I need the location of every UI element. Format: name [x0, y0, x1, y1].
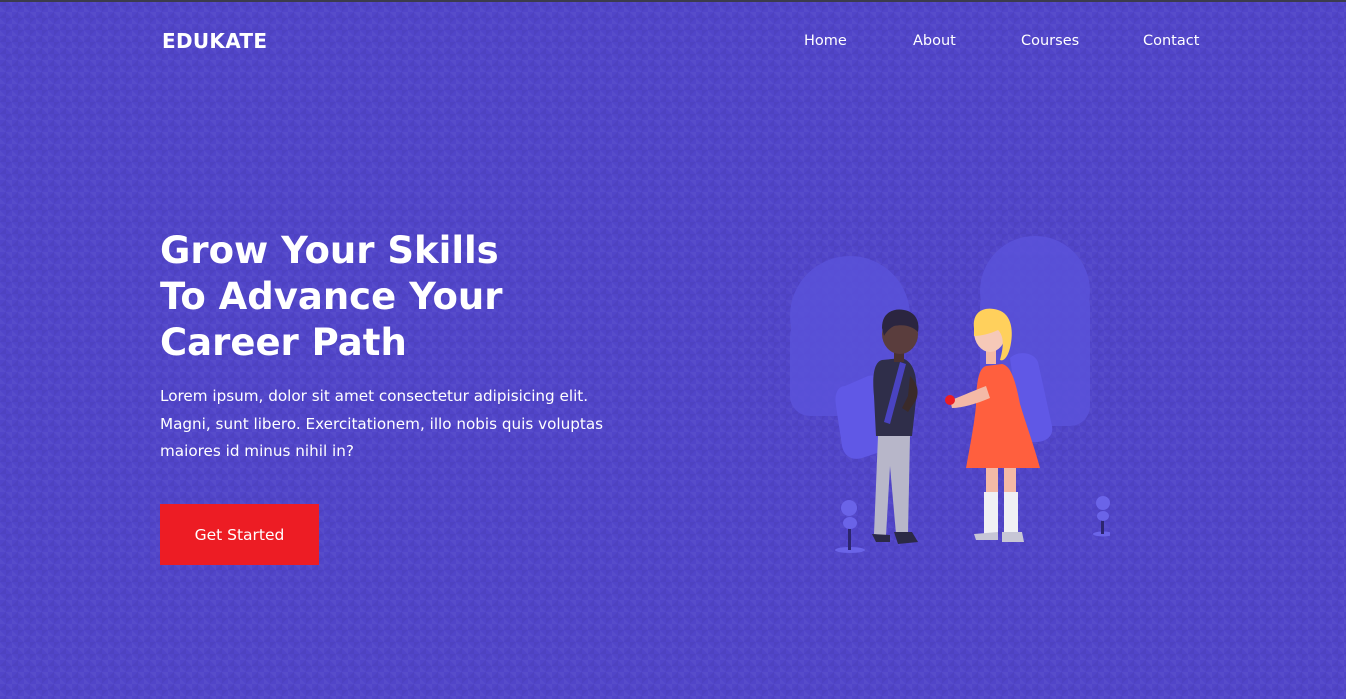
- nav-home-link[interactable]: Home: [804, 33, 847, 49]
- get-started-button[interactable]: Get Started: [160, 504, 319, 565]
- hero-title: Grow Your Skills To Advance Your Career …: [160, 228, 630, 366]
- main-nav: Home About Courses Contact: [0, 33, 1346, 53]
- navbar: EDUKATE Home About Courses Contact: [0, 0, 1346, 84]
- nav-courses-link[interactable]: Courses: [1021, 33, 1079, 49]
- hero-description: Lorem ipsum, dolor sit amet consectetur …: [160, 387, 604, 460]
- plant-right-icon: [1093, 496, 1110, 537]
- students-illustration: [790, 236, 1110, 553]
- plant-left-icon: [835, 500, 865, 553]
- hero-title-line: Career Path: [160, 321, 407, 364]
- hero-title-line: Grow Your Skills: [160, 229, 499, 272]
- nav-about-link[interactable]: About: [913, 33, 956, 49]
- hero-title-line: To Advance Your: [160, 275, 503, 318]
- nav-contact-link[interactable]: Contact: [1143, 33, 1199, 49]
